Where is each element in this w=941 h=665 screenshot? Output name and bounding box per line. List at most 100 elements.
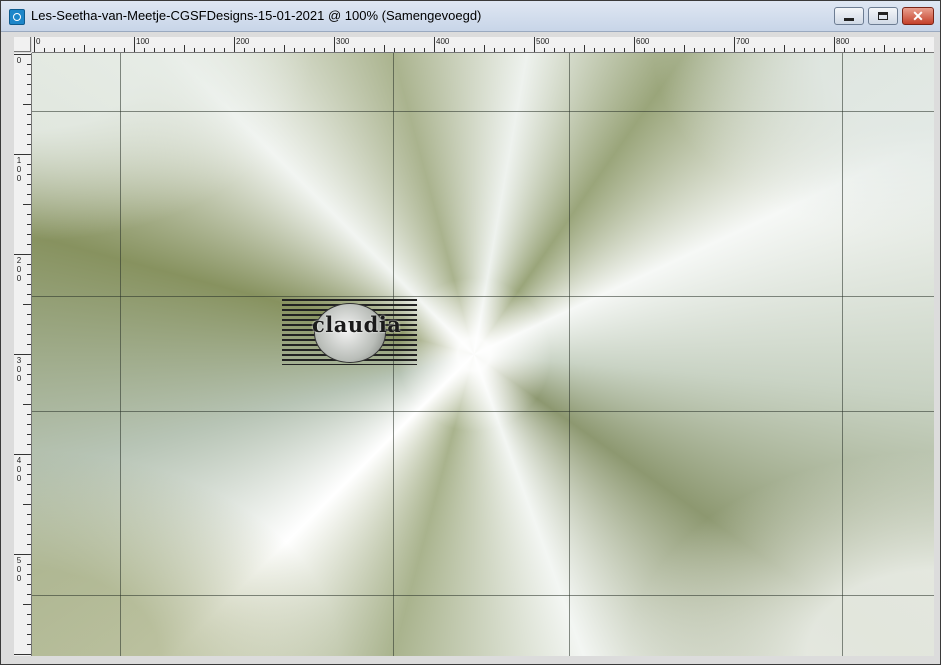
ruler-tick	[27, 134, 31, 135]
ruler-tick	[27, 174, 31, 175]
close-button[interactable]: ✕	[902, 7, 934, 25]
ruler-tick	[454, 48, 455, 52]
ruler-tick	[254, 48, 255, 52]
ruler-tick	[27, 264, 31, 265]
ruler-tick	[914, 48, 915, 52]
title-bar[interactable]: Les-Seetha-van-Meetje-CGSFDesigns-15-01-…	[1, 1, 940, 32]
ruler-tick	[174, 48, 175, 52]
ruler-tick	[27, 74, 31, 75]
ruler-tick	[504, 48, 505, 52]
window-title: Les-Seetha-van-Meetje-CGSFDesigns-15-01-…	[31, 8, 482, 23]
ruler-tick	[27, 484, 31, 485]
minimize-button[interactable]	[834, 7, 864, 25]
ruler-tick	[27, 194, 31, 195]
ruler-tick	[14, 554, 31, 555]
ruler-tick	[27, 334, 31, 335]
ruler-tick	[444, 48, 445, 52]
ruler-tick	[27, 514, 31, 515]
ruler-tick	[714, 48, 715, 52]
ruler-tick	[804, 48, 805, 52]
ruler-tick	[27, 244, 31, 245]
ruler-tick	[14, 54, 31, 55]
ruler-tick	[654, 48, 655, 52]
ruler-tick	[27, 494, 31, 495]
ruler-label: 0	[16, 56, 22, 65]
ruler-tick	[27, 184, 31, 185]
ruler-tick	[514, 48, 515, 52]
ruler-tick	[27, 314, 31, 315]
ruler-tick	[14, 654, 31, 655]
ruler-tick	[574, 48, 575, 52]
ruler-tick	[374, 48, 375, 52]
ruler-tick	[27, 594, 31, 595]
ruler-tick	[104, 48, 105, 52]
ruler-label: 100	[136, 37, 150, 46]
ruler-tick	[27, 444, 31, 445]
ruler-tick	[27, 234, 31, 235]
ruler-label: 1 0 0	[16, 156, 22, 183]
ruler-tick	[534, 37, 535, 52]
ruler-tick	[854, 48, 855, 52]
ruler-tick	[14, 454, 31, 455]
ruler-tick	[23, 604, 31, 605]
ruler-tick	[284, 45, 285, 52]
ruler-tick	[27, 424, 31, 425]
ruler-tick	[924, 48, 925, 52]
ruler-tick	[154, 48, 155, 52]
ruler-tick	[304, 48, 305, 52]
ruler-tick	[194, 48, 195, 52]
guide-line-horizontal	[32, 296, 934, 297]
ruler-tick	[814, 48, 815, 52]
ruler-tick	[624, 48, 625, 52]
ruler-tick	[144, 48, 145, 52]
ruler-tick	[294, 48, 295, 52]
ruler-tick	[164, 48, 165, 52]
ruler-label: 200	[236, 37, 250, 46]
ruler-tick	[27, 474, 31, 475]
ruler-tick	[314, 48, 315, 52]
ruler-tick	[27, 434, 31, 435]
guide-line-horizontal	[32, 111, 934, 112]
vertical-ruler[interactable]: 0 1 0 0 2 0 0 3 0 0 4 0 0 5 0 0	[14, 53, 32, 656]
ruler-tick	[27, 574, 31, 575]
ruler-tick	[27, 364, 31, 365]
maximize-button[interactable]	[868, 7, 898, 25]
ruler-label: 600	[636, 37, 650, 46]
ruler-tick	[674, 48, 675, 52]
ruler-tick	[324, 48, 325, 52]
ruler-tick	[94, 48, 95, 52]
horizontal-ruler[interactable]: 0 100 200 300 400 500 600 700 800	[32, 37, 934, 53]
ruler-tick	[704, 48, 705, 52]
ruler-tick	[34, 37, 35, 52]
ruler-tick	[644, 48, 645, 52]
ruler-tick	[754, 48, 755, 52]
image-canvas[interactable]: claudia	[32, 53, 934, 656]
ruler-tick	[634, 37, 635, 52]
minimize-icon	[844, 18, 854, 21]
ruler-tick	[27, 564, 31, 565]
ruler-tick	[23, 504, 31, 505]
ruler-tick	[404, 48, 405, 52]
ruler-tick	[23, 104, 31, 105]
ruler-tick	[364, 48, 365, 52]
ruler-tick	[234, 37, 235, 52]
ruler-tick	[27, 224, 31, 225]
ruler-tick	[84, 45, 85, 52]
ruler-tick	[27, 144, 31, 145]
ruler-tick	[27, 644, 31, 645]
ruler-tick	[27, 614, 31, 615]
ruler-tick	[594, 48, 595, 52]
ruler-tick	[27, 84, 31, 85]
ruler-tick	[23, 204, 31, 205]
ruler-tick	[27, 624, 31, 625]
ruler-tick	[244, 48, 245, 52]
ruler-tick	[824, 48, 825, 52]
ruler-tick	[27, 634, 31, 635]
ruler-tick	[74, 48, 75, 52]
ruler-tick	[27, 324, 31, 325]
ruler-tick	[27, 464, 31, 465]
ruler-tick	[904, 48, 905, 52]
ruler-label: 700	[736, 37, 750, 46]
ruler-label: 5 0 0	[16, 556, 22, 583]
ruler-tick	[554, 48, 555, 52]
